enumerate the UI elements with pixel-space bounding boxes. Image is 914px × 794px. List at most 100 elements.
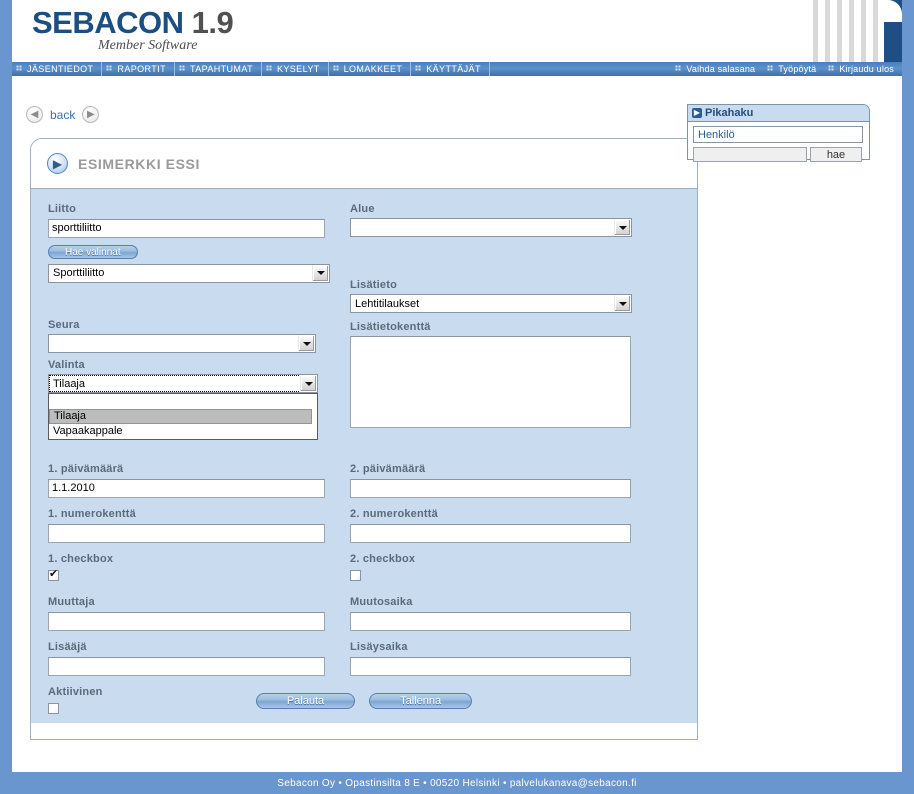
chevron-down-icon[interactable] [614, 219, 631, 236]
quick-search-header: ▶ Pikahaku [688, 105, 869, 122]
field-numerokentta-1: 1. numerokenttä [48, 508, 325, 543]
chevron-down-icon[interactable] [298, 335, 315, 352]
lisatieto-select[interactable]: Lehtitilaukset [350, 294, 632, 313]
field-label: Valinta [48, 359, 85, 371]
record-panel: ▶ ESIMERKKI ESSI Liitto Hae valinnat [30, 138, 698, 740]
left-blue-rail [0, 0, 12, 772]
field-label: 1. checkbox [48, 553, 114, 565]
valinta-select[interactable]: Tilaaja [48, 374, 318, 393]
nav-label: TAPAHTUMAT [189, 64, 253, 74]
field-label: Lisätieto [350, 279, 398, 291]
logo-wordmark: SEBACON 1.9 [32, 5, 234, 40]
select-value: Henkilö [698, 128, 735, 141]
page-title: ESIMERKKI ESSI [78, 155, 200, 172]
muutosaika-input[interactable] [350, 611, 631, 631]
page-canvas: SEBACON 1.9 Member Software JÄSENTIEDOT … [12, 0, 902, 772]
dots-icon [178, 65, 185, 73]
dots-icon [106, 65, 113, 73]
right-blue-rail [902, 0, 914, 772]
nav-item-tapahtumat[interactable]: TAPAHTUMAT [175, 62, 262, 76]
nav-item-vaihda-salasana[interactable]: Vaihda salasana [671, 62, 763, 76]
dropdown-option-tilaaja[interactable]: Tilaaja [49, 409, 312, 424]
palauta-button[interactable]: Palauta [255, 693, 356, 709]
valinta-dropdown-list[interactable]: Tilaaja Vapaakappale [48, 393, 318, 440]
field-muuttaja: Muuttaja [48, 596, 325, 631]
dropdown-option-vapaakappale[interactable]: Vapaakappale [49, 424, 317, 439]
app-window: SEBACON 1.9 Member Software JÄSENTIEDOT … [0, 0, 914, 794]
main-navigation: JÄSENTIEDOT RAPORTIT TAPAHTUMAT KYSELYT … [12, 62, 902, 76]
nav-label: KÄYTTÄJÄT [426, 64, 481, 74]
nav-item-lomakkeet[interactable]: LOMAKKEET [329, 62, 412, 76]
back-link[interactable]: back [50, 108, 75, 122]
arrow-left-circle-icon[interactable]: ◀ [26, 106, 43, 123]
field-seura: Seura [48, 319, 316, 353]
field-label: Lisäysaika [350, 641, 408, 653]
field-alue: Alue [350, 203, 632, 237]
paivamaara-1-input[interactable] [48, 478, 325, 498]
record-form: Liitto Hae valinnat Sporttiliitto S [31, 189, 697, 723]
dots-icon [675, 65, 682, 73]
field-lisaysaika: Lisäysaika [350, 641, 631, 676]
nav-item-jasentiedot[interactable]: JÄSENTIEDOT [12, 62, 103, 76]
checkbox-2[interactable] [350, 570, 361, 581]
alue-select[interactable] [350, 218, 632, 237]
liitto-input[interactable] [48, 218, 325, 238]
nav-item-kirjaudu-ulos[interactable]: Kirjaudu ulos [824, 62, 902, 76]
back-navigation-bar: ◀ back ▶ [26, 106, 100, 123]
logo-version: 1.9 [191, 5, 234, 40]
lisaaja-input[interactable] [48, 656, 325, 676]
seura-select[interactable] [48, 334, 316, 353]
nav-item-kyselyt[interactable]: KYSELYT [262, 62, 329, 76]
quick-search-button[interactable]: hae [810, 147, 862, 162]
numerokentta-2-input[interactable] [350, 523, 631, 543]
select-value: Tilaaja [53, 377, 85, 390]
checkbox-1[interactable] [48, 568, 59, 581]
field-label: Seura [48, 319, 80, 331]
quick-search-title: Pikahaku [705, 107, 754, 119]
chevron-down-icon[interactable] [300, 375, 317, 392]
field-valinta: Valinta Tilaaja Tilaaja Vapaakappale [48, 359, 318, 440]
quick-search-body: Henkilö hae [688, 122, 869, 162]
page-body: ◀ back ▶ ▶ ESIMERKKI ESSI Liitto sportti… [12, 76, 902, 772]
liitto-select[interactable]: Sporttiliitto [48, 263, 330, 283]
arrow-right-circle-icon[interactable]: ▶ [82, 106, 100, 123]
dots-icon [767, 65, 774, 73]
field-label: Liitto [48, 203, 77, 215]
quick-search-input[interactable] [693, 147, 807, 162]
lisatietokentta-textarea[interactable] [350, 336, 631, 428]
arrow-right-square-icon: ▶ [692, 108, 702, 118]
dots-icon [16, 65, 22, 73]
field-liitto: Liitto Hae valinnat Sporttiliitto [48, 203, 330, 283]
dropdown-option-empty[interactable] [49, 394, 317, 409]
chevron-down-icon[interactable] [312, 264, 329, 282]
dots-icon [332, 65, 339, 73]
nav-label: LOMAKKEET [343, 64, 403, 74]
muuttaja-input[interactable] [48, 611, 325, 631]
primary-nav-group: JÄSENTIEDOT RAPORTIT TAPAHTUMAT KYSELYT … [12, 62, 490, 76]
field-lisatieto: Lisätieto Lehtitilaukset [350, 279, 632, 313]
select-value: Lehtitilaukset [355, 297, 420, 310]
form-actions: Palauta Tallenna [31, 693, 697, 709]
dots-icon [265, 65, 272, 73]
nav-label: KYSELYT [276, 64, 320, 74]
field-lisaaja: Lisääjä [48, 641, 325, 676]
quick-search-type-select[interactable]: Henkilö [693, 126, 863, 143]
lisaysaika-input[interactable] [350, 656, 631, 676]
hae-valinnat-button[interactable]: Hae valinnat [48, 245, 138, 259]
chevron-down-icon[interactable] [614, 295, 631, 312]
dots-icon [828, 65, 835, 73]
paivamaara-2-input[interactable] [350, 478, 631, 498]
app-header: SEBACON 1.9 Member Software [12, 0, 902, 62]
secondary-nav-group: Vaihda salasana Työpöytä Kirjaudu ulos [671, 62, 902, 76]
nav-item-raportit[interactable]: RAPORTIT [102, 62, 175, 76]
field-label: Muuttaja [48, 596, 95, 608]
numerokentta-1-input[interactable] [48, 523, 325, 543]
field-label: 1. numerokenttä [48, 508, 136, 520]
page-footer: Sebacon Oy • Opastinsilta 8 E • 00520 He… [0, 772, 914, 794]
tallenna-button[interactable]: Tallenna [369, 693, 473, 709]
field-paivamaara-2: 2. päivämäärä [350, 463, 631, 498]
field-label: 2. numerokenttä [350, 508, 438, 520]
footer-text: Sebacon Oy • Opastinsilta 8 E • 00520 He… [277, 777, 637, 789]
nav-item-tyopoyta[interactable]: Työpöytä [763, 62, 824, 76]
nav-item-kayttajat[interactable]: KÄYTTÄJÄT [411, 62, 490, 76]
